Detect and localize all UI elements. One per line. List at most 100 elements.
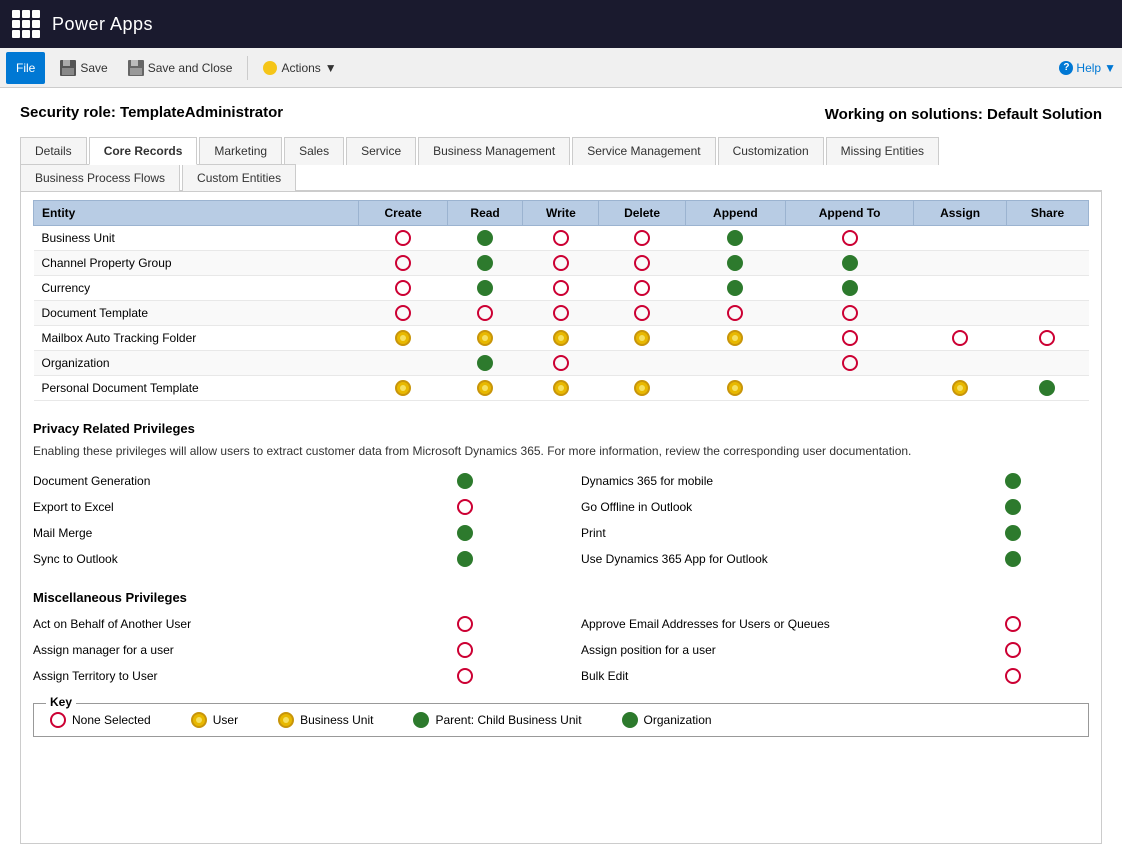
cell-share[interactable] <box>1006 376 1088 401</box>
misc-priv-right-1[interactable]: Assign position for a user <box>581 639 1021 661</box>
help-button[interactable]: ? Help ▼ <box>1059 61 1116 75</box>
cell-read[interactable] <box>447 251 522 276</box>
cell-appendTo[interactable] <box>786 351 914 376</box>
save-close-button[interactable]: Save and Close <box>119 55 242 81</box>
cell-create[interactable] <box>359 301 447 326</box>
cell-delete[interactable] <box>599 276 685 301</box>
cell-write[interactable] <box>523 276 599 301</box>
privacy-priv-left-1[interactable]: Export to Excel <box>33 496 473 518</box>
tab-marketing[interactable]: Marketing <box>199 137 282 165</box>
cell-write[interactable] <box>523 226 599 251</box>
cell-delete[interactable] <box>599 226 685 251</box>
priv-label: Mail Merge <box>33 526 449 540</box>
privacy-priv-right-1[interactable]: Go Offline in Outlook <box>581 496 1021 518</box>
privacy-priv-left-2[interactable]: Mail Merge <box>33 522 473 544</box>
cell-create[interactable] <box>359 276 447 301</box>
misc-priv-left-1[interactable]: Assign manager for a user <box>33 639 473 661</box>
misc-priv-right-2[interactable]: Bulk Edit <box>581 665 1021 687</box>
cell-assign[interactable] <box>914 326 1007 351</box>
cell-assign[interactable] <box>914 226 1007 251</box>
cell-append[interactable] <box>685 226 785 251</box>
priv-label: Go Offline in Outlook <box>581 500 997 514</box>
cell-read[interactable] <box>447 326 522 351</box>
save-button[interactable]: Save <box>51 55 116 81</box>
cell-create[interactable] <box>359 376 447 401</box>
cell-read[interactable] <box>447 226 522 251</box>
cell-write[interactable] <box>523 351 599 376</box>
tab-business-process-flows[interactable]: Business Process Flows <box>20 164 180 191</box>
tab-business-management[interactable]: Business Management <box>418 137 570 165</box>
tab-missing-entities[interactable]: Missing Entities <box>826 137 939 165</box>
tab-service[interactable]: Service <box>346 137 416 165</box>
cell-assign[interactable] <box>914 276 1007 301</box>
cell-delete[interactable] <box>599 376 685 401</box>
toolbar-separator <box>247 56 248 80</box>
help-icon: ? <box>1059 61 1073 75</box>
privacy-priv-right-0[interactable]: Dynamics 365 for mobile <box>581 470 1021 492</box>
privacy-priv-right-2[interactable]: Print <box>581 522 1021 544</box>
circle-green <box>727 255 743 271</box>
actions-button[interactable]: Actions ▼ <box>254 56 345 80</box>
misc-priv-left-0[interactable]: Act on Behalf of Another User <box>33 613 473 635</box>
cell-read[interactable] <box>447 276 522 301</box>
cell-read[interactable] <box>447 376 522 401</box>
cell-delete[interactable] <box>599 251 685 276</box>
cell-appendTo[interactable] <box>786 326 914 351</box>
cell-share[interactable] <box>1006 226 1088 251</box>
cell-read[interactable] <box>447 351 522 376</box>
cell-append[interactable] <box>685 251 785 276</box>
cell-append[interactable] <box>685 276 785 301</box>
cell-delete[interactable] <box>599 351 685 376</box>
cell-write[interactable] <box>523 376 599 401</box>
cell-share[interactable] <box>1006 301 1088 326</box>
cell-create[interactable] <box>359 226 447 251</box>
cell-share[interactable] <box>1006 326 1088 351</box>
cell-appendTo[interactable] <box>786 226 914 251</box>
cell-assign[interactable] <box>914 376 1007 401</box>
cell-share[interactable] <box>1006 351 1088 376</box>
cell-appendTo[interactable] <box>786 276 914 301</box>
cell-delete[interactable] <box>599 301 685 326</box>
scrollable-content[interactable]: EntityCreateReadWriteDeleteAppendAppend … <box>21 192 1101 843</box>
circle-green <box>477 280 493 296</box>
cell-appendTo[interactable] <box>786 301 914 326</box>
cell-read[interactable] <box>447 301 522 326</box>
cell-append[interactable] <box>685 376 785 401</box>
file-button[interactable]: File <box>6 52 45 84</box>
cell-entity: Currency <box>34 276 359 301</box>
cell-assign[interactable] <box>914 251 1007 276</box>
cell-appendTo[interactable] <box>786 376 914 401</box>
privacy-priv-right-3[interactable]: Use Dynamics 365 App for Outlook <box>581 548 1021 570</box>
cell-write[interactable] <box>523 251 599 276</box>
circle-green <box>1039 380 1055 396</box>
misc-priv-left-2[interactable]: Assign Territory to User <box>33 665 473 687</box>
cell-append[interactable] <box>685 351 785 376</box>
tab-custom-entities[interactable]: Custom Entities <box>182 164 296 191</box>
cell-write[interactable] <box>523 301 599 326</box>
cell-create[interactable] <box>359 251 447 276</box>
cell-create[interactable] <box>359 351 447 376</box>
tab-service-management[interactable]: Service Management <box>572 137 715 165</box>
circle-empty <box>395 305 411 321</box>
cell-append[interactable] <box>685 301 785 326</box>
cell-delete[interactable] <box>599 326 685 351</box>
cell-share[interactable] <box>1006 276 1088 301</box>
page-content: Security role: TemplateAdministrator Wor… <box>0 88 1122 844</box>
cell-assign[interactable] <box>914 301 1007 326</box>
privacy-priv-left-0[interactable]: Document Generation <box>33 470 473 492</box>
cell-appendTo[interactable] <box>786 251 914 276</box>
tab-core-records[interactable]: Core Records <box>89 137 198 165</box>
tab-sales[interactable]: Sales <box>284 137 344 165</box>
cell-create[interactable] <box>359 326 447 351</box>
priv-label: Document Generation <box>33 474 449 488</box>
privacy-priv-left-3[interactable]: Sync to Outlook <box>33 548 473 570</box>
apps-icon[interactable] <box>12 10 40 38</box>
cell-share[interactable] <box>1006 251 1088 276</box>
tab-details[interactable]: Details <box>20 137 87 165</box>
misc-priv-right-0[interactable]: Approve Email Addresses for Users or Que… <box>581 613 1021 635</box>
tab-customization[interactable]: Customization <box>718 137 824 165</box>
cell-write[interactable] <box>523 326 599 351</box>
cell-assign[interactable] <box>914 351 1007 376</box>
circle-green <box>1005 551 1021 567</box>
cell-append[interactable] <box>685 326 785 351</box>
